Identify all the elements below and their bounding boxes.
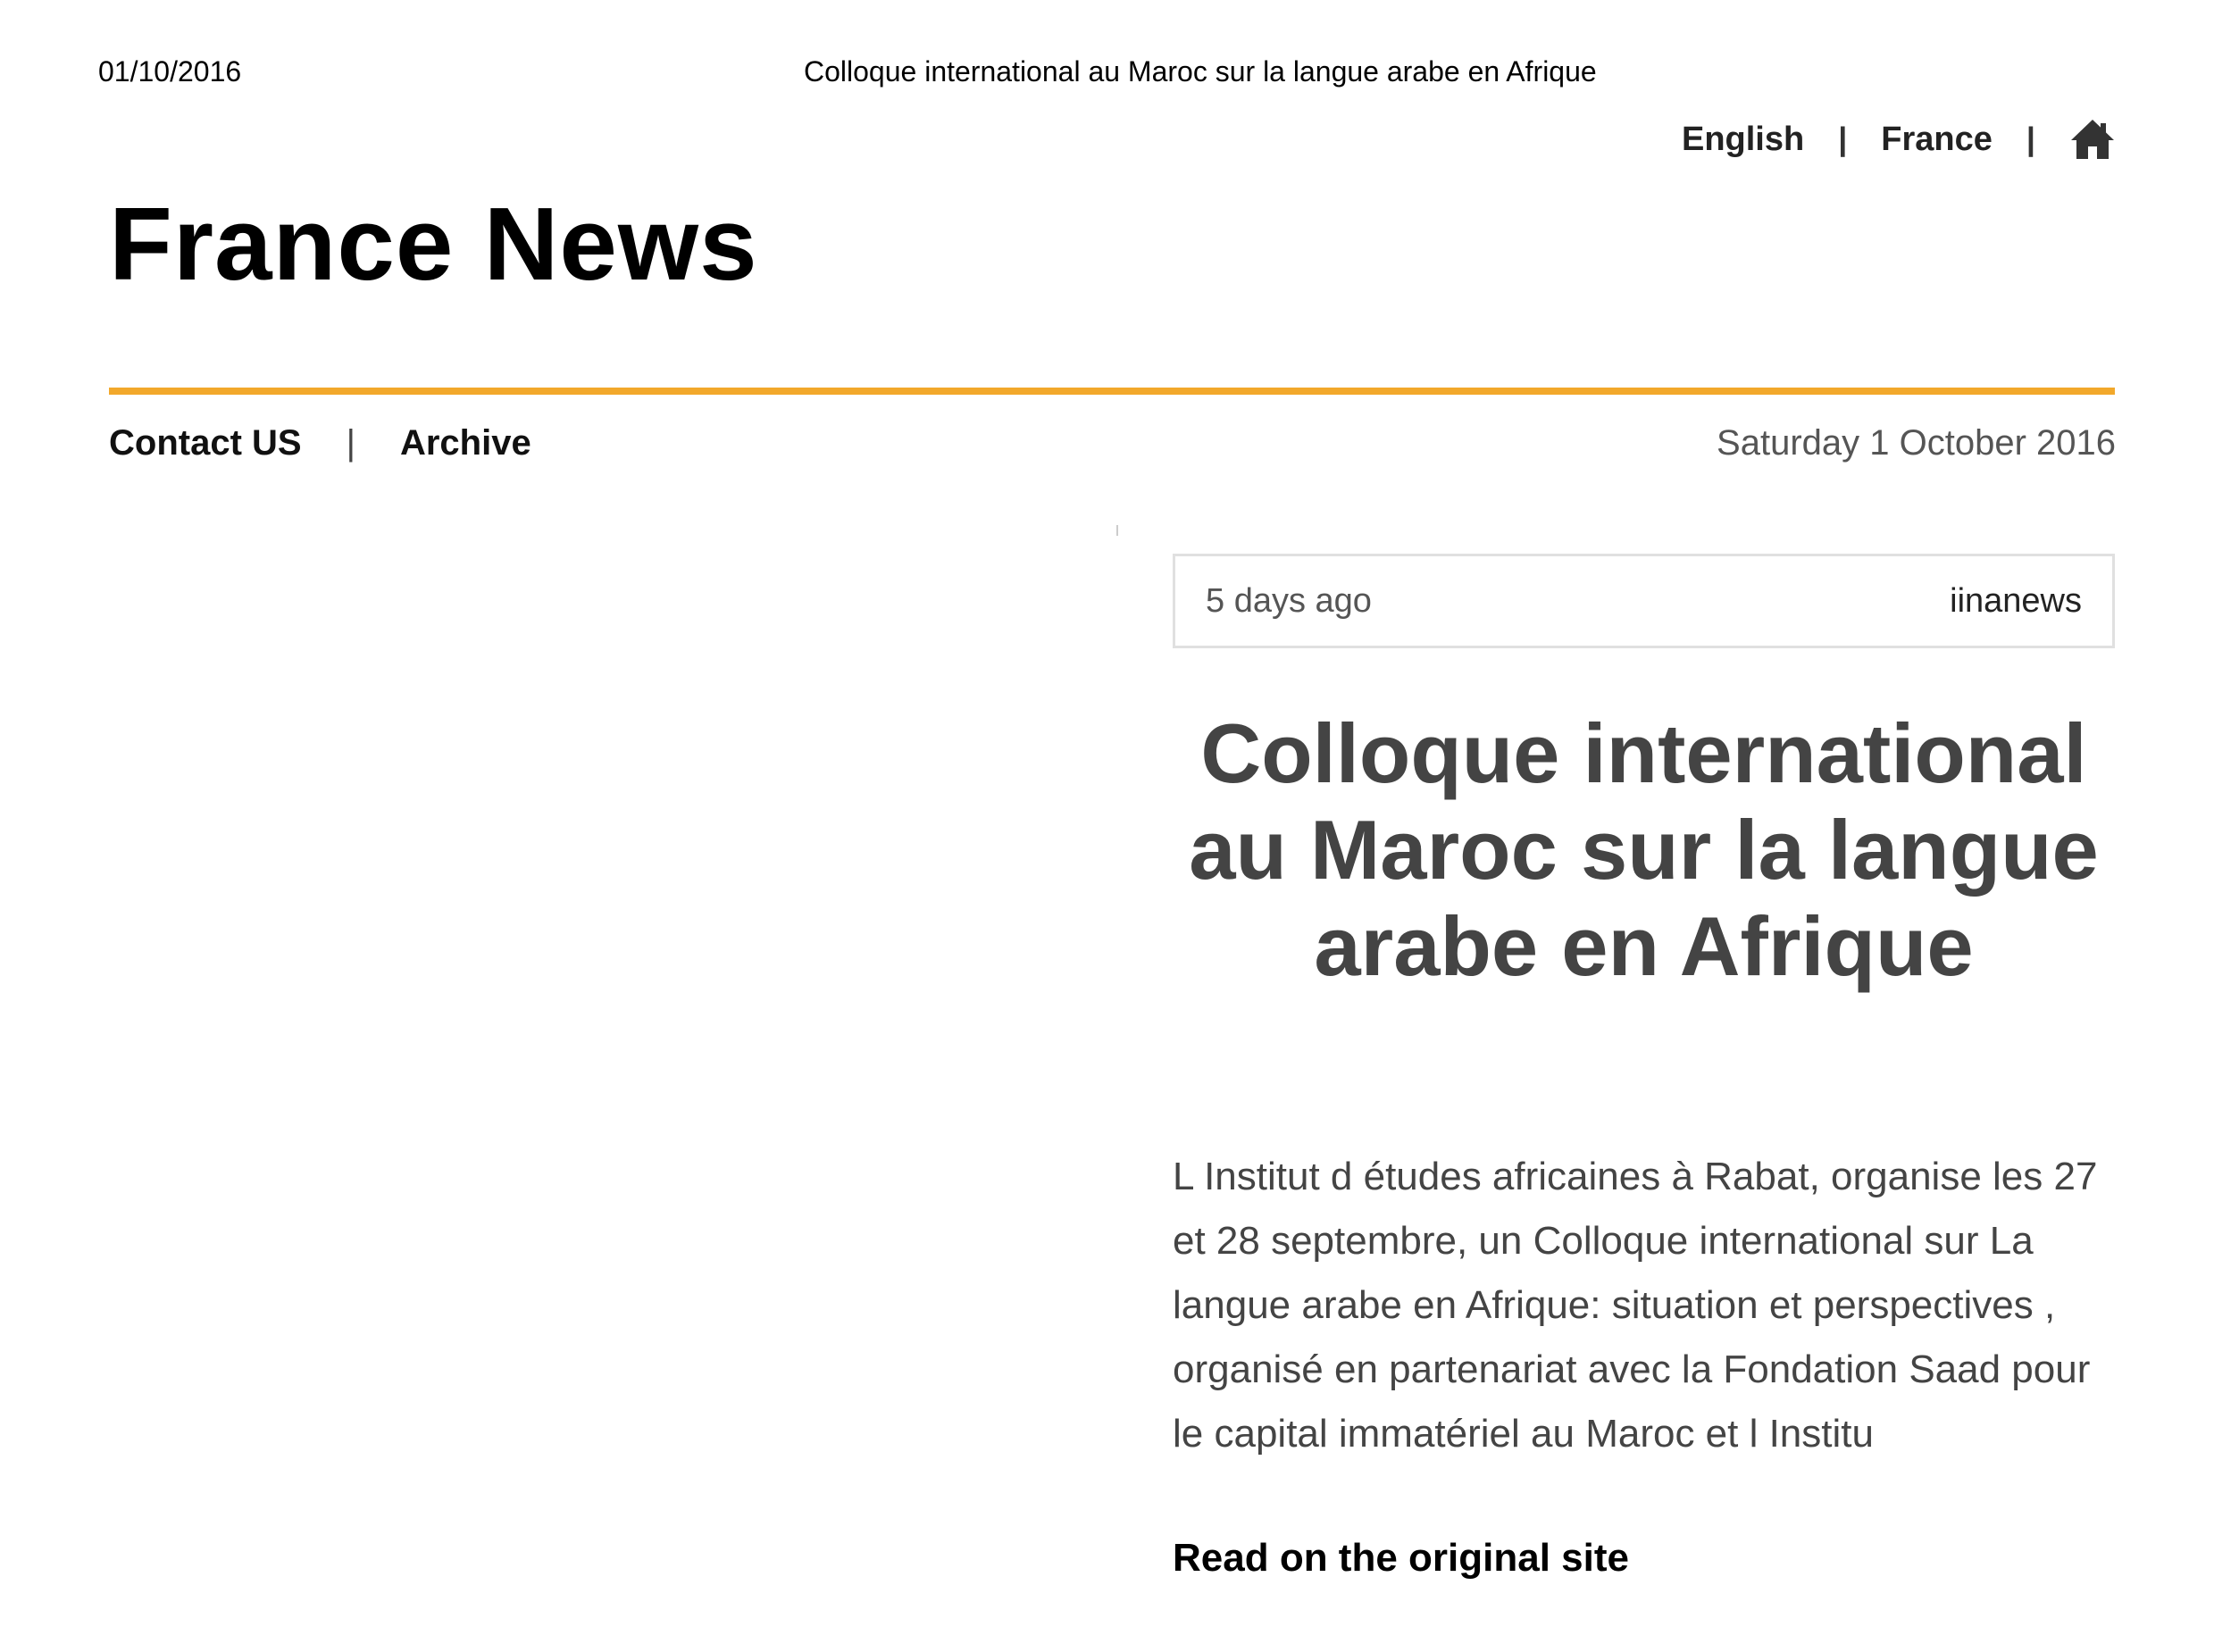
sub-nav-separator: | bbox=[346, 423, 355, 463]
divider-tick bbox=[1116, 525, 1118, 536]
top-nav: English | France | bbox=[1682, 116, 2116, 163]
print-header: 01/10/2016 Colloque international au Mar… bbox=[98, 55, 2117, 91]
home-icon[interactable] bbox=[2069, 116, 2116, 163]
article-title[interactable]: Colloque international au Maroc sur la l… bbox=[1173, 705, 2115, 995]
top-nav-separator: | bbox=[2026, 121, 2035, 157]
archive-link[interactable]: Archive bbox=[400, 423, 531, 463]
article-meta-box: 5 days ago iinanews bbox=[1173, 554, 2115, 648]
article-time-ago: 5 days ago bbox=[1206, 581, 1372, 620]
print-title: Colloque international au Maroc sur la l… bbox=[804, 55, 1597, 88]
top-nav-separator: | bbox=[1838, 121, 1848, 157]
france-link[interactable]: France bbox=[1881, 121, 1993, 159]
read-original-link[interactable]: Read on the original site bbox=[1173, 1536, 1629, 1581]
print-date: 01/10/2016 bbox=[98, 55, 242, 88]
sub-nav: Contact US | Archive bbox=[109, 423, 531, 463]
accent-bar bbox=[109, 388, 2115, 395]
site-title[interactable]: France News bbox=[109, 192, 758, 296]
article-body: L Institut d études africaines à Rabat, … bbox=[1173, 1155, 2098, 1456]
article-source[interactable]: iinanews bbox=[1950, 582, 2082, 621]
english-link[interactable]: English bbox=[1682, 121, 1804, 159]
contact-us-link[interactable]: Contact US bbox=[109, 423, 302, 463]
page-date: Saturday 1 October 2016 bbox=[1717, 423, 2116, 463]
